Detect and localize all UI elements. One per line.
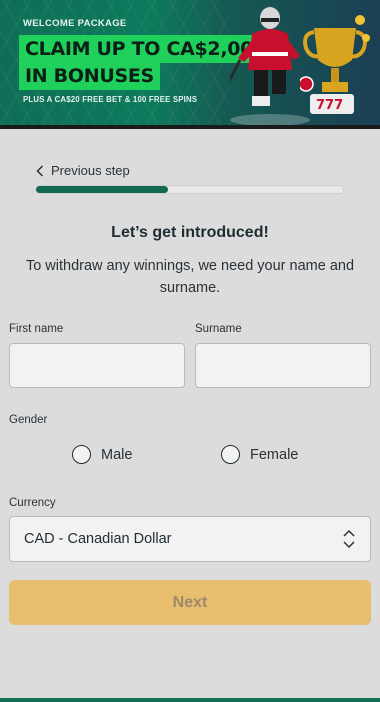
gender-option-label: Male [101, 446, 133, 463]
promo-banner[interactable]: WELCOME PACKAGE CLAIM UP TO CA$2,000 IN … [0, 0, 380, 125]
step-progress-bar [35, 185, 344, 194]
gender-option-label: Female [250, 446, 299, 463]
previous-step-label: Previous step [51, 163, 130, 178]
svg-text:777: 777 [316, 98, 343, 113]
chevron-up-down-icon [343, 529, 355, 549]
surname-input[interactable] [195, 343, 371, 388]
first-name-input[interactable] [9, 343, 185, 388]
trophy-image: 777 [300, 15, 370, 114]
step-progress-fill [36, 186, 168, 193]
banner-subline: PLUS A CA$20 FREE BET & 100 FREE SPINS [23, 95, 198, 104]
page-title: Let’s get introduced! [111, 224, 269, 241]
radio-circle-icon [221, 445, 240, 464]
radio-circle-icon [72, 445, 91, 464]
next-button[interactable]: Next [9, 580, 371, 625]
page-subtitle: To withdraw any winnings, we need your n… [25, 258, 355, 296]
currency-label: Currency [9, 497, 56, 509]
banner-welcome-text: WELCOME PACKAGE [23, 18, 127, 29]
first-name-label: First name [9, 323, 64, 335]
gender-radio-female[interactable]: Female [221, 445, 298, 464]
gender-label: Gender [9, 414, 48, 426]
gender-radio-male[interactable]: Male [72, 445, 132, 464]
hockey-player-image [230, 7, 310, 125]
previous-step-link[interactable]: Previous step [36, 163, 130, 178]
chevron-left-icon [36, 164, 44, 177]
surname-label: Surname [195, 323, 242, 335]
banner-headline-2: IN BONUSES [19, 62, 160, 90]
currency-selected-value: CAD - Canadian Dollar [24, 531, 172, 547]
currency-select[interactable]: CAD - Canadian Dollar [9, 516, 371, 562]
bottom-accent-bar [0, 698, 380, 702]
